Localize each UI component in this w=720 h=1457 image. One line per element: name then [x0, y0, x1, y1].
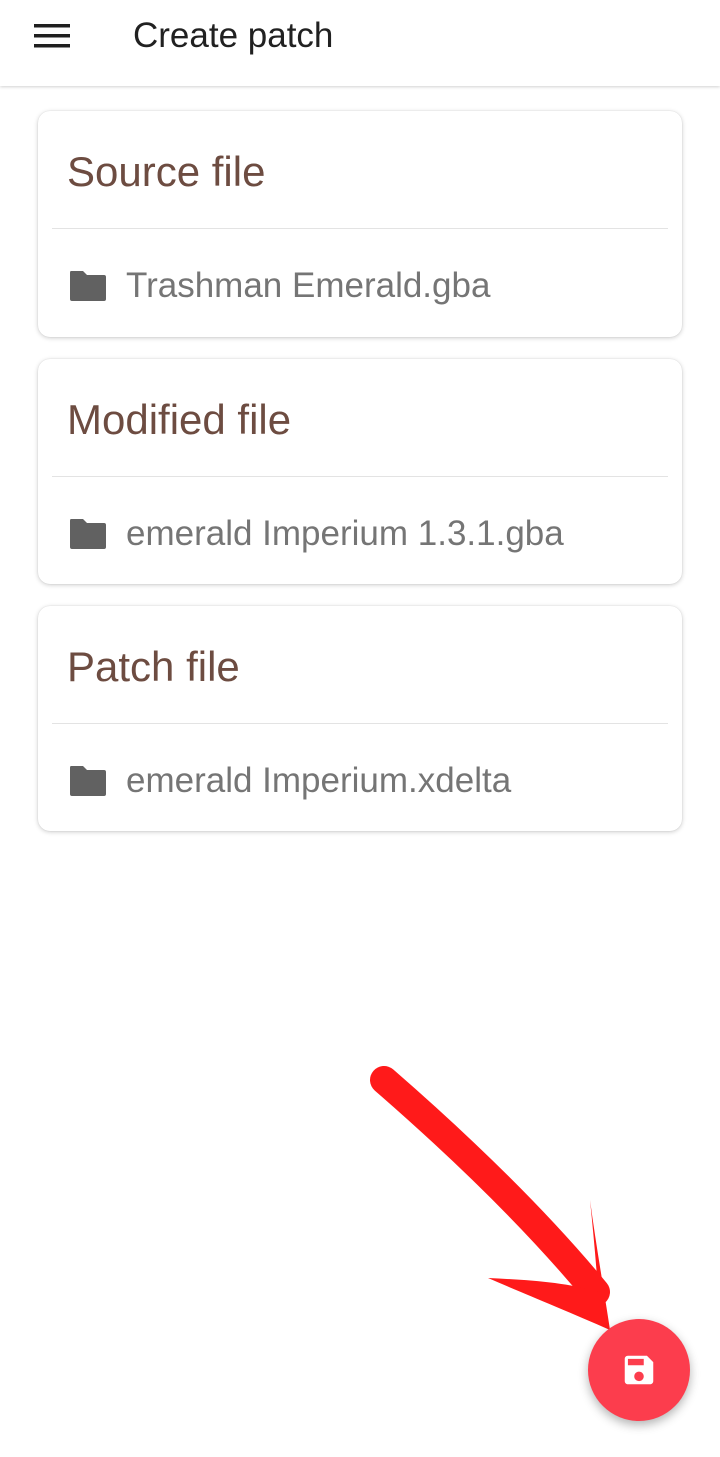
modified-file-card: Modified file emerald Imperium 1.3.1.gba [38, 359, 682, 584]
create-patch-screen: Create patch Source file Trashman Emeral… [0, 0, 720, 1457]
source-file-name: Trashman Emerald.gba [126, 266, 491, 305]
save-patch-button[interactable] [588, 1319, 690, 1421]
modified-file-name: emerald Imperium 1.3.1.gba [126, 514, 564, 553]
folder-icon [68, 269, 108, 303]
patch-file-card: Patch file emerald Imperium.xdelta [38, 606, 682, 831]
card-divider [52, 476, 668, 477]
card-title-patch-file: Patch file [67, 643, 240, 690]
annotation-arrow-icon [360, 1060, 660, 1360]
menu-icon [34, 23, 70, 49]
patch-file-name: emerald Imperium.xdelta [126, 761, 512, 800]
card-divider [52, 228, 668, 229]
card-title-modified-file: Modified file [67, 396, 292, 443]
save-icon [620, 1351, 658, 1389]
card-divider [52, 723, 668, 724]
source-file-picker[interactable]: Trashman Emerald.gba [68, 261, 662, 311]
modified-file-picker[interactable]: emerald Imperium 1.3.1.gba [68, 509, 662, 559]
card-title-source-file: Source file [67, 148, 266, 195]
top-app-bar: Create patch [0, 0, 720, 86]
source-file-card: Source file Trashman Emerald.gba [38, 111, 682, 337]
folder-icon [68, 517, 108, 551]
page-title: Create patch [133, 16, 334, 55]
patch-file-picker[interactable]: emerald Imperium.xdelta [68, 756, 662, 806]
folder-icon [68, 764, 108, 798]
menu-button[interactable] [24, 14, 80, 58]
